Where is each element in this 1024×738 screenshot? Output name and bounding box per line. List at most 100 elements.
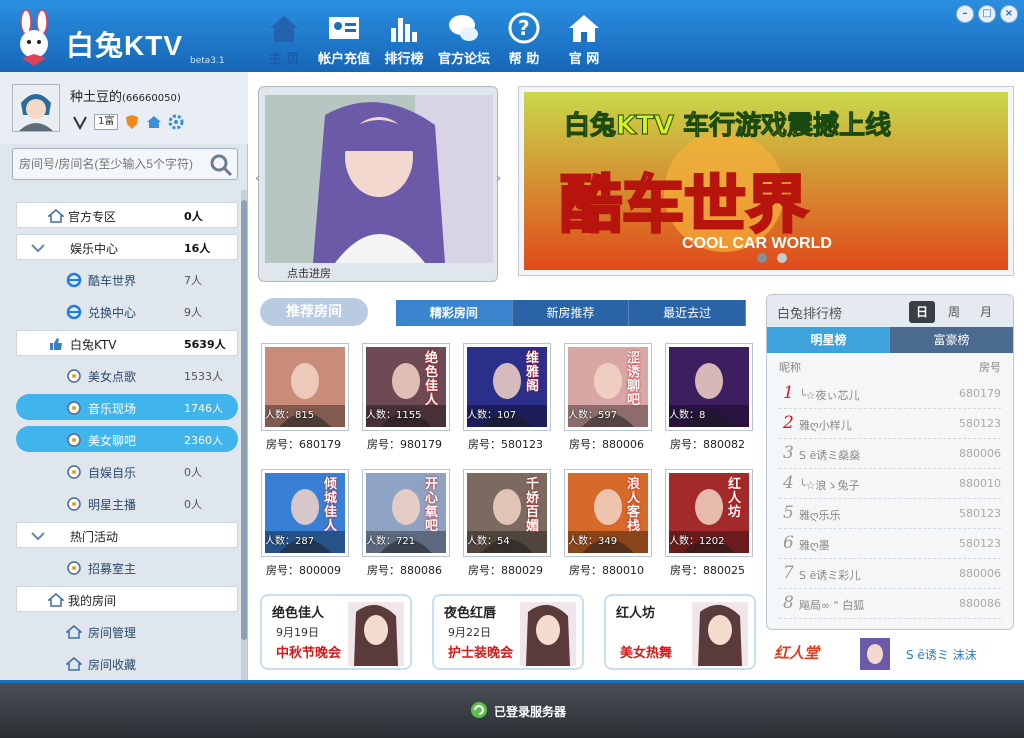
sidebar-item-2[interactable]: 酷车世界 7人 xyxy=(14,264,240,296)
sidebar-item-6[interactable]: 音乐现场 1746人 xyxy=(14,392,240,424)
room-number: 房号：880006 xyxy=(569,438,644,451)
sidebar-item-10[interactable]: 热门活动 xyxy=(14,520,240,552)
rank-period-2[interactable]: 月 xyxy=(973,301,999,323)
room-card[interactable]: 人数：8 房号：880082 xyxy=(666,344,754,454)
wealth-badge[interactable]: 1富 xyxy=(94,114,119,130)
rank-row[interactable]: 3 S ё诱ミ燊燊 880006 xyxy=(779,439,1001,469)
sidebar-item-label: 招募室主 xyxy=(88,562,137,576)
event-poster[interactable]: 绝色佳人 9月19日 中秋节晚会 xyxy=(260,594,412,670)
rank-row[interactable]: 5 雅ღ乐乐 580123 xyxy=(779,499,1001,529)
nav-question[interactable]: ? 帮 助 xyxy=(492,6,556,68)
rank-period-1[interactable]: 周 xyxy=(941,301,967,323)
home-icon[interactable] xyxy=(146,114,162,130)
sidebar-item-3[interactable]: 兑换中心 9人 xyxy=(14,296,240,328)
banner-headline: 白兔KTV 车行游戏震撼上线 xyxy=(564,110,891,141)
rank-row[interactable]: 7 S ё诱ミ彩儿 880006 xyxy=(779,559,1001,589)
sidebar-item-label: 娱乐中心 xyxy=(70,242,119,256)
enter-room-label[interactable]: 点击进房 xyxy=(287,265,331,281)
rank-tab-1[interactable]: 富豪榜 xyxy=(890,327,1013,353)
app-version: beta3.1 xyxy=(190,56,225,66)
sidebar-item-8[interactable]: 自娱自乐 0人 xyxy=(14,456,240,488)
room-search[interactable] xyxy=(12,148,238,180)
shield-icon[interactable] xyxy=(124,114,140,130)
sidebar-item-12[interactable]: 我的房间 xyxy=(14,584,240,616)
rank-row[interactable]: 1 ╰☆夜ぃ芯儿 680179 xyxy=(779,379,1001,409)
rank-period-0[interactable]: 日 xyxy=(909,301,935,323)
next-arrow-icon[interactable]: › xyxy=(496,171,501,185)
banner-image[interactable]: 白兔KTV 车行游戏震撼上线 酷车世界 COOL CAR WORLD xyxy=(524,92,1008,270)
minimize-icon[interactable]: – xyxy=(956,5,974,23)
main-nav: 主 页 帐户充值 排行榜 官方论坛? 帮 助 官 网 xyxy=(252,6,612,68)
sidebar-item-label: 兑换中心 xyxy=(88,306,137,320)
sidebar-item-label: 热门活动 xyxy=(70,530,119,544)
sidebar-item-count: 1746人 xyxy=(184,402,223,415)
sidebar-item-label: 我的房间 xyxy=(68,594,117,608)
room-card[interactable]: 红人坊 人数：1202 房号：880025 xyxy=(666,470,754,580)
search-input[interactable] xyxy=(19,157,199,171)
room-card[interactable]: 维雅阁 人数：107 房号：580123 xyxy=(464,344,552,454)
star-promo[interactable]: 红人堂 S ё诱ミ 沫沫 xyxy=(774,636,1014,672)
room-card[interactable]: 绝色佳人 人数：1155 房号：980179 xyxy=(363,344,451,454)
scrollbar-thumb[interactable] xyxy=(241,200,247,640)
sidebar-item-5[interactable]: 美女点歌 1533人 xyxy=(14,360,240,392)
rank-row[interactable]: 6 雅ღ墨 580123 xyxy=(779,529,1001,559)
rank-row[interactable]: 4 ╰☆浪ゝ兔子 880010 xyxy=(779,469,1001,499)
rank-row[interactable]: 8 飚局∞ " 白狐 880086 xyxy=(779,589,1001,619)
sidebar-item-count: 0人 xyxy=(184,466,202,479)
nav-chat-bubbles[interactable]: 官方论坛 xyxy=(432,6,496,68)
sidebar-item-label: 美女聊吧 xyxy=(88,434,137,448)
video-image[interactable] xyxy=(265,95,493,263)
room-card[interactable]: 开心氧吧 人数：721 房号：880086 xyxy=(363,470,451,580)
star-avatar[interactable] xyxy=(860,638,890,670)
room-card[interactable]: 千娇百媚 人数：54 房号：880029 xyxy=(464,470,552,580)
close-icon[interactable]: × xyxy=(1000,5,1018,23)
rank-room: 880006 xyxy=(959,567,1001,580)
room-card[interactable]: 浪人客栈 人数：349 房号：880010 xyxy=(565,470,653,580)
maximize-icon[interactable]: □ xyxy=(978,5,996,23)
nav-id-card[interactable]: 帐户充值 xyxy=(312,6,376,68)
nav-house[interactable]: 官 网 xyxy=(552,6,616,68)
rank-row[interactable]: 2 雅ღ小样儿 580123 xyxy=(779,409,1001,439)
prev-arrow-icon[interactable]: ‹ xyxy=(255,171,260,185)
room-people-count: 人数：721 xyxy=(366,536,416,547)
event-poster[interactable]: 红人坊 美女热舞 xyxy=(604,594,756,670)
star-hall-logo[interactable]: 红人堂 xyxy=(774,642,819,663)
sidebar-scrollbar[interactable] xyxy=(241,190,247,680)
nav-bar-chart[interactable]: 排行榜 xyxy=(372,6,436,68)
sidebar-item-9[interactable]: 明星主播 0人 xyxy=(14,488,240,520)
server-status: 已登录服务器 xyxy=(470,702,566,720)
search-icon[interactable] xyxy=(209,153,233,177)
room-card[interactable]: 人数：815 房号：680179 xyxy=(262,344,350,454)
star-name[interactable]: S ё诱ミ 沫沫 xyxy=(906,646,977,663)
sidebar-item-label: 官方专区 xyxy=(68,210,117,224)
vip-icon[interactable] xyxy=(72,114,88,130)
sidebar-item-4[interactable]: 白兔KTV 5639人 xyxy=(14,328,240,360)
sidebar-item-1[interactable]: 娱乐中心 16人 xyxy=(14,232,240,264)
sidebar-item-0[interactable]: 官方专区 0人 xyxy=(14,200,240,232)
nav-home[interactable]: 主 页 xyxy=(252,6,316,68)
title-bar: 白兔KTV beta3.1 主 页 帐户充值 排行榜 官方论坛? 帮 助 官 网 – □ … xyxy=(0,0,1024,72)
avatar[interactable] xyxy=(12,84,60,132)
promo-banner[interactable]: 白兔KTV 车行游戏震撼上线 酷车世界 COOL CAR WORLD xyxy=(518,86,1014,276)
room-card[interactable]: 涩诱聊吧 人数：597 房号：880006 xyxy=(565,344,653,454)
room-poster-text: 绝色佳人 xyxy=(425,351,439,408)
sidebar-item-7[interactable]: 美女聊吧 2360人 xyxy=(14,424,240,456)
sidebar-item-11[interactable]: 招募室主 xyxy=(14,552,240,584)
sidebar-item-14[interactable]: 房间收藏 xyxy=(14,648,240,680)
rank-tab-0[interactable]: 明星榜 xyxy=(767,327,890,353)
content-area: 种土豆的(66660050) 1富 官方专区0人娱乐中心16人酷车世界7人兑换中… xyxy=(0,72,1024,680)
tab-2[interactable]: 最近去过 xyxy=(629,300,747,326)
sidebar-item-label: 房间管理 xyxy=(88,626,137,640)
tab-0[interactable]: 精彩房间 xyxy=(396,300,513,326)
gear-icon[interactable] xyxy=(168,114,184,130)
event-poster[interactable]: 夜色红唇 9月22日 护士装晚会 xyxy=(432,594,584,670)
room-card[interactable]: 倾城佳人 人数：287 房号：800009 xyxy=(262,470,350,580)
user-badges: 1富 xyxy=(72,114,184,130)
room-number: 房号：880082 xyxy=(670,438,745,451)
tab-1[interactable]: 新房推荐 xyxy=(513,300,630,326)
rank-room: 580123 xyxy=(959,417,1001,430)
sidebar-item-13[interactable]: 房间管理 xyxy=(14,616,240,648)
live-video-preview[interactable]: ‹ › 点击进房 xyxy=(255,86,501,282)
rank-name: 雅ღ乐乐 xyxy=(799,509,841,522)
sidebar-item-label: 房间收藏 xyxy=(88,658,137,672)
